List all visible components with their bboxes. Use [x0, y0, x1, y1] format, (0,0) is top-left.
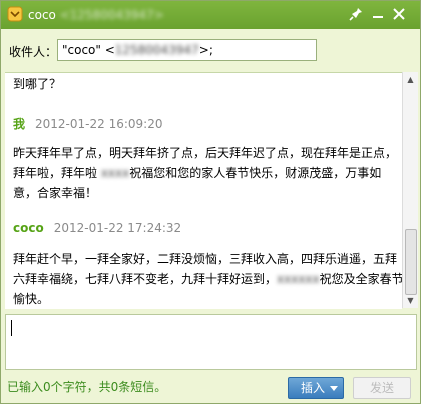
title-bar[interactable]: coco <12580043947>	[1, 1, 420, 29]
minimize-button[interactable]	[369, 5, 387, 23]
message-timestamp: 2012-01-22 17:24:32	[53, 221, 182, 235]
insert-button[interactable]: 插入	[288, 377, 344, 399]
message-sender: 我	[13, 117, 26, 131]
recipient-value-number: 12580043947	[114, 43, 199, 57]
message-sender: coco	[13, 221, 44, 235]
minimize-icon	[373, 16, 383, 18]
close-button[interactable]	[390, 5, 408, 23]
recipient-label: 收件人：	[9, 45, 58, 59]
recipient-field[interactable]: "coco" <12580043947>;	[57, 39, 317, 61]
compose-input[interactable]	[5, 314, 417, 370]
message-timestamp: 2012-01-22 16:09:20	[35, 117, 163, 131]
message-history[interactable]: 到哪了？ 我 2012-01-22 16:09:20 昨天拜年早了点，明天拜年挤了…	[5, 72, 402, 309]
scroll-up-arrow-icon[interactable]: ▲	[403, 72, 418, 87]
history-scrollbar[interactable]: ▲ ▼	[402, 72, 418, 308]
close-icon	[393, 8, 405, 20]
message-text: 祝福您和您的家人春节快乐，财源茂盛，万事如	[129, 166, 382, 180]
message-line: 拜年赶个早，一拜全家好，二拜没烦恼，三拜收入高，四拜乐逍遥，五拜	[13, 252, 398, 266]
message-line: 拜年啦，拜年啦 xxxx祝福您和您的家人春节快乐，财源茂盛，万事如	[13, 163, 381, 183]
message-text: 拜年啦，拜年啦	[13, 166, 101, 180]
send-button-label: 发送	[369, 381, 394, 395]
message-text: 六拜幸福绕，七拜八拜不变老，九拜十拜好运到，	[13, 272, 278, 286]
message-header: coco 2012-01-22 17:24:32	[13, 221, 181, 235]
char-count-status: 已输入0个字符，共0条短信。	[7, 380, 167, 394]
pin-button[interactable]	[347, 5, 365, 23]
message-line: 意，合家幸福！	[13, 186, 98, 200]
text-caret	[11, 320, 12, 336]
pin-icon	[349, 8, 362, 21]
message-line: 愉快。	[13, 292, 50, 306]
previous-message-tail: 到哪了？	[13, 77, 62, 91]
title-contact-name: coco	[28, 8, 56, 22]
redacted-text: xxxxxx	[277, 272, 320, 286]
scroll-down-arrow-icon[interactable]: ▼	[403, 293, 418, 308]
recipient-value-prefix: "coco" <	[62, 43, 115, 57]
app-logo-icon	[7, 6, 23, 22]
send-button[interactable]: 发送	[353, 377, 411, 399]
scrollbar-thumb[interactable]	[405, 229, 417, 295]
title-contact-number: <12580043947>	[59, 8, 164, 22]
dropdown-arrow-icon	[330, 386, 338, 391]
redacted-text: xxxx	[100, 166, 130, 180]
message-line: 昨天拜年早了点，明天拜年挤了点，后天拜年迟了点，现在拜年是正点，	[13, 146, 398, 160]
message-line: 六拜幸福绕，七拜八拜不变老，九拜十拜好运到，xxxxxx祝您及全家春节	[13, 269, 402, 289]
recipient-row: 收件人： "coco" <12580043947>;	[1, 29, 420, 72]
recipient-value-suffix: >;	[198, 43, 213, 57]
message-header: 我 2012-01-22 16:09:20	[13, 115, 162, 132]
window-title: coco <12580043947>	[28, 8, 164, 22]
sms-chat-window: coco <12580043947> 收件人： "coco" <12580043…	[0, 0, 421, 404]
insert-button-label: 插入	[301, 381, 326, 395]
message-text: 祝您及全家春节	[319, 272, 402, 286]
